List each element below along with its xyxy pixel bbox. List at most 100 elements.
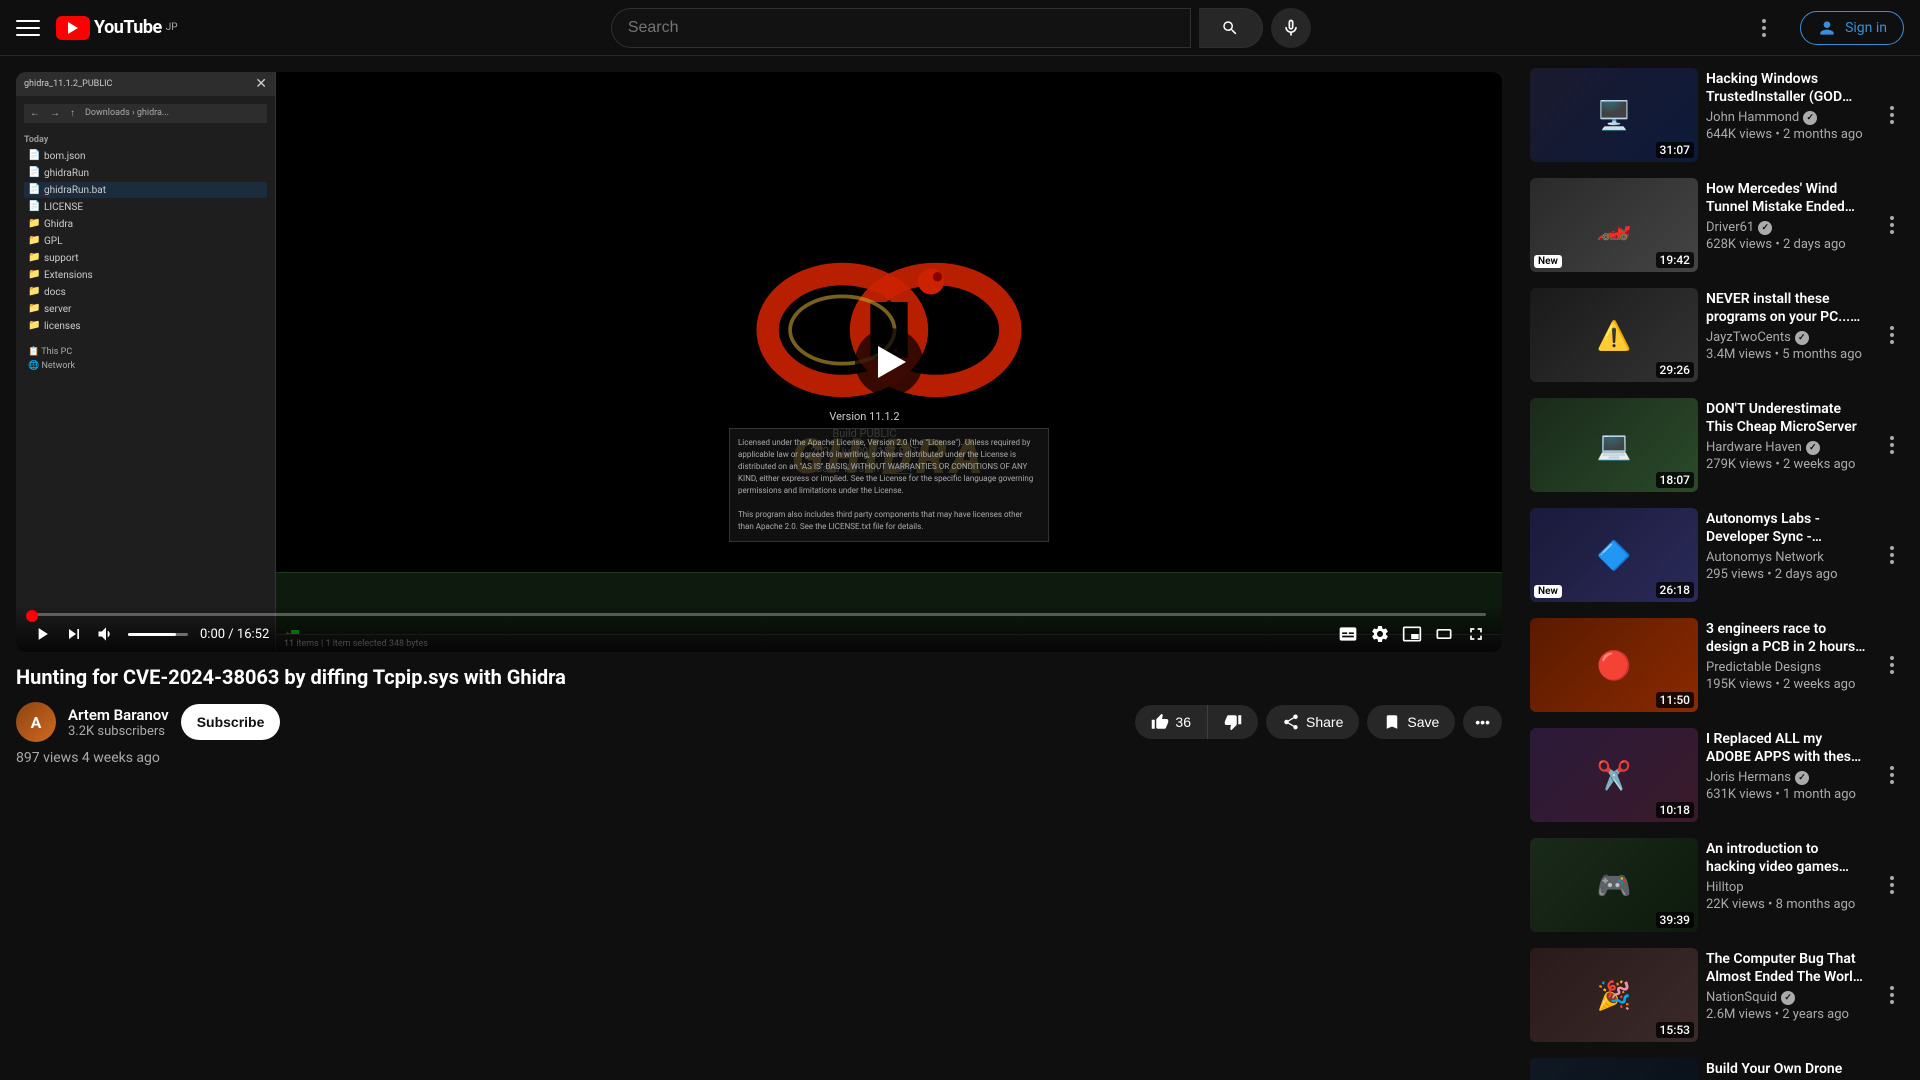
sidebar-more-adobe[interactable] [1876, 728, 1908, 822]
options-button[interactable] [1744, 8, 1784, 48]
close-icon[interactable]: ✕ [255, 76, 267, 92]
sidebar-item-microserver[interactable]: 💻 18:07 DON'T Underestimate This Cheap M… [1526, 394, 1912, 496]
folder-icon [28, 320, 40, 332]
more-icon: ••• [1475, 714, 1490, 730]
verified-icon-programs: ✓ [1795, 331, 1809, 345]
channel-name-y2k: NationSquid [1706, 990, 1777, 1005]
sidebar-item-autonomys[interactable]: 🔷 26:18 New Autonomys Labs - Developer S… [1526, 504, 1912, 606]
save-button[interactable]: Save [1367, 705, 1455, 739]
verified-icon-adobe: ✓ [1795, 771, 1809, 785]
sidebar-more-hacking-games[interactable] [1876, 838, 1908, 932]
video-player[interactable]: ghidra_11.1.2_PUBLIC ✕ ← → ↑ Downloads ›… [16, 72, 1502, 652]
more-dots-icon [1880, 106, 1904, 124]
like-icon [1151, 713, 1169, 731]
search-bar [611, 8, 1191, 48]
sidebar-item-y2k[interactable]: 🎉 15:53 The Computer Bug That Almost End… [1526, 944, 1912, 1046]
sidebar-item-drone[interactable]: 📡 build YOUR DRONe racKInG RADAR Build Y… [1526, 1054, 1912, 1080]
share-label: Share [1306, 714, 1343, 730]
thumbnail-hacking-games: 🎮 39:39 [1530, 838, 1698, 932]
sidebar: 🖥️ 31:07 Hacking Windows TrustedInstalle… [1518, 56, 1920, 1080]
volume-slider[interactable] [128, 633, 188, 636]
sidebar-more-god-mode[interactable] [1876, 68, 1908, 162]
channel-row: A Artem Baranov 3.2K subscribers Subscri… [16, 702, 1502, 742]
youtube-logo-icon [56, 16, 90, 40]
main-content: ghidra_11.1.2_PUBLIC ✕ ← → ↑ Downloads ›… [0, 56, 1920, 1080]
verified-icon-microserver: ✓ [1806, 441, 1820, 455]
share-button[interactable]: Share [1266, 705, 1359, 739]
sidebar-channel-design: Predictable Designs [1706, 660, 1868, 675]
file-explorer: ghidra_11.1.2_PUBLIC ✕ ← → ↑ Downloads ›… [16, 72, 276, 652]
sidebar-more-autonomys[interactable] [1876, 508, 1908, 602]
hamburger-menu[interactable] [16, 16, 40, 40]
thumbnail-programs: ⚠️ 29:26 [1530, 288, 1698, 382]
channel-name-design: Predictable Designs [1706, 660, 1821, 675]
more-button[interactable]: ••• [1463, 706, 1502, 738]
sidebar-more-design[interactable] [1876, 618, 1908, 712]
file-icon [28, 167, 40, 179]
volume-icon [96, 624, 116, 644]
verified-icon-god-mode: ✓ [1803, 111, 1817, 125]
sidebar-views-mercedes: 628K views • 2 days ago [1706, 237, 1868, 252]
video-stats: 897 views 4 weeks ago [16, 750, 1502, 766]
channel-name-adobe: Joris Hermans [1706, 770, 1791, 785]
sidebar-item-programs[interactable]: ⚠️ 29:26 NEVER install these programs on… [1526, 284, 1912, 386]
folder-icon [28, 252, 40, 264]
mic-button[interactable] [1271, 8, 1311, 48]
like-button[interactable]: 36 [1135, 705, 1208, 739]
sign-in-button[interactable]: Sign in [1800, 11, 1904, 45]
sidebar-views-autonomys: 295 views • 2 days ago [1706, 567, 1868, 582]
folder-name-item: docs [44, 287, 66, 298]
subtitles-button[interactable] [1338, 624, 1358, 644]
more-dots-icon [1880, 876, 1904, 894]
fullscreen-icon [1466, 624, 1486, 644]
channel-name-microserver: Hardware Haven [1706, 440, 1802, 455]
sidebar-item-hacking-games[interactable]: 🎮 39:39 An introduction to hacking video… [1526, 834, 1912, 936]
thumbnail-drone: 📡 build YOUR DRONe racKInG RADAR [1530, 1058, 1698, 1080]
theater-button[interactable] [1434, 624, 1454, 644]
miniplayer-button[interactable] [1402, 624, 1422, 644]
license-text: Licensed under the Apache License, Versi… [729, 428, 1049, 542]
dislike-button[interactable] [1208, 705, 1258, 739]
sidebar-title-mercedes: How Mercedes' Wind Tunnel Mistake Ended … [1706, 180, 1868, 216]
logo-text: YouTube [94, 17, 162, 38]
sidebar-item-adobe[interactable]: ✂️ 10:18 I Replaced ALL my ADOBE APPS wi… [1526, 724, 1912, 826]
play-pause-button[interactable] [32, 624, 52, 644]
thumb-duration-god-mode: 31:07 [1656, 142, 1694, 158]
progress-bar[interactable] [32, 613, 1486, 616]
sidebar-item-design[interactable]: 🔴 11:50 3 engineers race to design a PCB… [1526, 614, 1912, 716]
file-name: ghidraRun.bat [44, 185, 106, 196]
progress-dot [26, 610, 38, 622]
like-dislike-group: 36 [1135, 705, 1258, 739]
this-pc: 📋 This PC 🌐 Network [24, 345, 267, 373]
next-icon [64, 624, 84, 644]
new-badge-mercedes: New [1534, 255, 1562, 268]
channel-avatar[interactable]: A [16, 702, 56, 742]
sidebar-channel-y2k: NationSquid ✓ [1706, 990, 1868, 1005]
folder-docs: docs [24, 284, 267, 300]
next-button[interactable] [64, 624, 84, 644]
subscribe-button[interactable]: Subscribe [181, 704, 281, 740]
search-button[interactable] [1199, 8, 1263, 48]
sidebar-item-god-mode[interactable]: 🖥️ 31:07 Hacking Windows TrustedInstalle… [1526, 64, 1912, 166]
channel-name[interactable]: Artem Baranov [68, 706, 169, 724]
version-text: Version 11.1.2 [810, 408, 918, 426]
thumb-duration-adobe: 10:18 [1656, 802, 1694, 818]
search-input[interactable] [612, 19, 1190, 37]
youtube-logo[interactable]: YouTubeJP [56, 16, 178, 40]
sidebar-more-drone[interactable] [1876, 1058, 1908, 1080]
sidebar-more-microserver[interactable] [1876, 398, 1908, 492]
fullscreen-button[interactable] [1466, 624, 1486, 644]
sidebar-more-programs[interactable] [1876, 288, 1908, 382]
miniplayer-icon [1402, 624, 1422, 644]
volume-button[interactable] [96, 624, 116, 644]
folder-gpl: GPL [24, 233, 267, 249]
folder-name-item: Extensions [44, 270, 93, 281]
folder-name-item: licenses [44, 321, 81, 332]
more-dots-icon [1880, 326, 1904, 344]
save-label: Save [1407, 714, 1439, 730]
sidebar-more-mercedes[interactable] [1876, 178, 1908, 272]
settings-button[interactable] [1370, 624, 1390, 644]
sidebar-more-y2k[interactable] [1876, 948, 1908, 1042]
sidebar-item-mercedes[interactable]: 🏎️ 19:42 New How Mercedes' Wind Tunnel M… [1526, 174, 1912, 276]
play-button-overlay[interactable] [855, 328, 923, 396]
